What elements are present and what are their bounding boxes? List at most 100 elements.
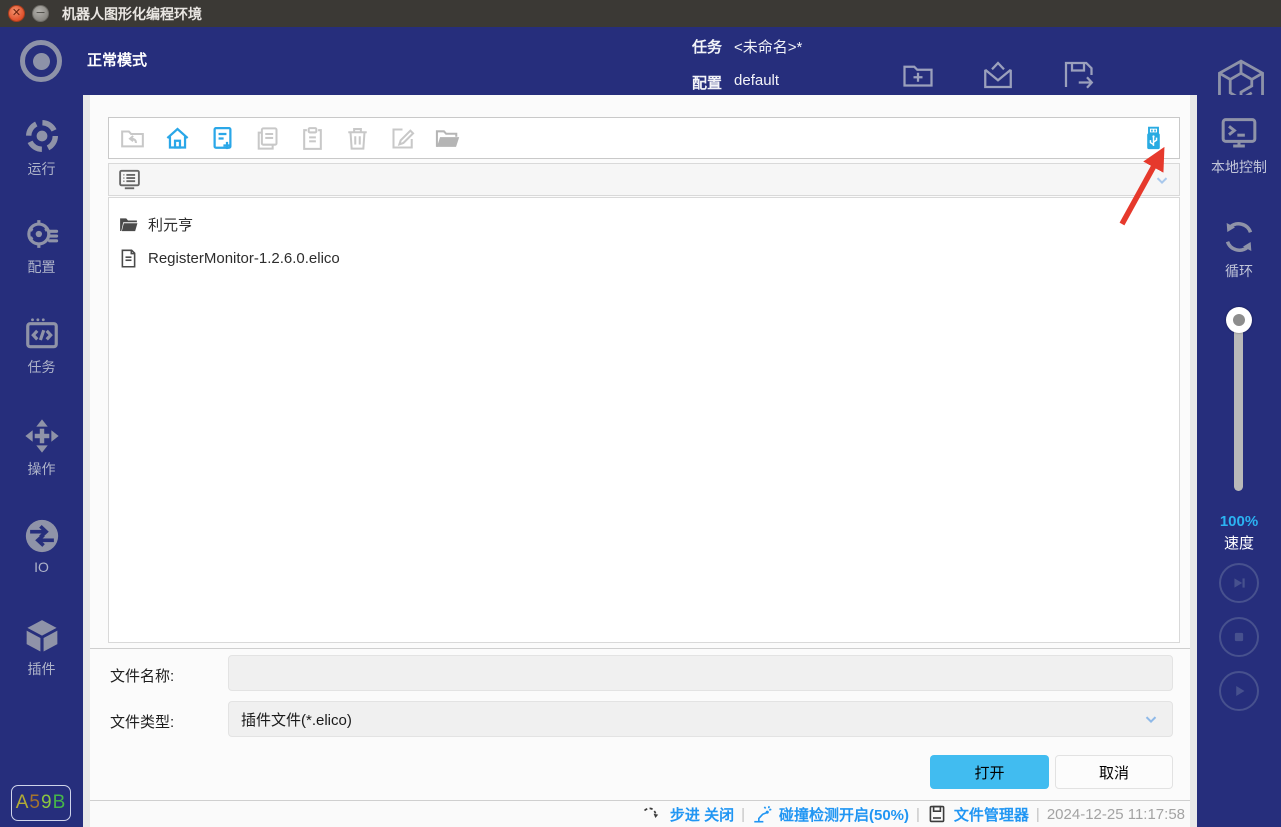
sidebar-item-label: 任务: [0, 357, 83, 377]
new-folder-icon: [892, 57, 944, 93]
main-area: 利元亨 RegisterMonitor-1.2.6.0.elico 文件名称: …: [83, 95, 1197, 827]
copy-button[interactable]: [254, 125, 281, 152]
file-name: RegisterMonitor-1.2.6.0.elico: [148, 250, 340, 267]
sidebar-item-local-control[interactable]: 本地控制: [1197, 113, 1281, 177]
computer-icon: [117, 167, 142, 192]
sidebar-item-label: 本地控制: [1197, 157, 1281, 177]
file-dialog: 利元亨 RegisterMonitor-1.2.6.0.elico 文件名称: …: [90, 95, 1190, 827]
open-envelope-icon: [972, 57, 1024, 93]
code-window-icon: [0, 315, 83, 353]
config-info: 配置 default: [692, 72, 779, 93]
header: 正常模式 任务 <未命名>* 配置 default 新建 打开 保存: [0, 27, 1281, 95]
file-type-label: 文件类型:: [110, 711, 174, 732]
speed-readout: 100% 速度: [1197, 513, 1281, 553]
sidebar-item-io[interactable]: IO: [0, 517, 83, 575]
right-sidebar: 本地控制 循环 100% 速度: [1197, 95, 1281, 827]
collision-status[interactable]: 碰撞检测开启(50%): [779, 804, 909, 825]
list-item-folder[interactable]: 利元亨: [109, 207, 1179, 241]
chevron-down-icon[interactable]: [1153, 171, 1171, 189]
open-folder-button[interactable]: [434, 125, 461, 152]
separator: |: [1036, 806, 1040, 823]
collision-detect-icon: [752, 804, 772, 824]
step-status[interactable]: 步进 关闭: [670, 804, 734, 825]
folder-back-icon: [119, 125, 146, 152]
app-window: { "titlebar": { "title": "机器人图形化编程环境" },…: [0, 0, 1281, 827]
usb-drive-icon: [1140, 125, 1167, 152]
speed-slider-handle[interactable]: [1226, 307, 1252, 333]
move-arrows-icon: [0, 417, 83, 455]
copy-icon: [254, 125, 281, 152]
sidebar-item-label: 配置: [0, 257, 83, 277]
document-icon: [118, 248, 139, 269]
sidebar-item-operate[interactable]: 操作: [0, 417, 83, 479]
window-title: 机器人图形化编程环境: [62, 4, 202, 24]
sidebar-item-label: IO: [0, 559, 83, 575]
step-next-button[interactable]: [1219, 563, 1259, 603]
cube-icon: [0, 617, 83, 655]
sidebar-item-plugin[interactable]: 插件: [0, 617, 83, 679]
file-name-label: 文件名称:: [110, 665, 174, 686]
sidebar-item-config[interactable]: 配置: [0, 215, 83, 277]
sidebar-item-label: 循环: [1197, 261, 1281, 281]
sidebar-item-loop[interactable]: 循环: [1197, 217, 1281, 281]
delete-button[interactable]: [344, 125, 371, 152]
open-button[interactable]: 打开: [930, 755, 1049, 789]
folder-icon: [118, 214, 139, 235]
titlebar: ✕ ─ 机器人图形化编程环境: [0, 0, 1281, 27]
paste-icon: [299, 125, 326, 152]
badge-char: A: [16, 792, 30, 814]
run-target-icon: [0, 117, 83, 155]
sidebar-item-label: 插件: [0, 659, 83, 679]
status-bar: 步进 关闭 | 碰撞检测开启(50%) | 文件管理器 | 2024-12-25…: [90, 800, 1190, 827]
io-arrows-icon: [0, 517, 83, 555]
trash-icon: [344, 125, 371, 152]
loop-icon: [1197, 217, 1281, 257]
location-combobox[interactable]: [108, 163, 1180, 196]
task-info: 任务 <未命名>*: [692, 36, 802, 57]
stop-icon: [1228, 626, 1250, 648]
home-button[interactable]: [164, 125, 191, 152]
play-button[interactable]: [1219, 671, 1259, 711]
new-document-icon: [209, 125, 236, 152]
minimize-icon[interactable]: ─: [32, 5, 49, 22]
back-button[interactable]: [119, 125, 146, 152]
file-manager-icon: [927, 804, 947, 824]
chevron-down-icon: [1142, 710, 1160, 728]
separator: |: [741, 806, 745, 823]
separator: |: [916, 806, 920, 823]
close-icon[interactable]: ✕: [8, 5, 25, 22]
gear-icon: [0, 215, 83, 253]
sidebar-item-task[interactable]: 任务: [0, 315, 83, 377]
step-mode-icon: [643, 804, 663, 824]
home-icon: [164, 125, 191, 152]
new-file-button[interactable]: [209, 125, 236, 152]
play-icon: [1228, 680, 1250, 702]
paste-button[interactable]: [299, 125, 326, 152]
skip-next-icon: [1228, 572, 1250, 594]
sidebar-item-label: 运行: [0, 159, 83, 179]
stop-button[interactable]: [1219, 617, 1259, 657]
file-type-select[interactable]: 插件文件(*.elico): [228, 701, 1173, 737]
file-type-value: 插件文件(*.elico): [241, 709, 352, 730]
speed-slider-track[interactable]: [1234, 325, 1243, 491]
open-folder-icon: [434, 125, 461, 152]
sidebar-item-run[interactable]: 运行: [0, 117, 83, 179]
clock: 2024-12-25 11:17:58: [1047, 806, 1185, 823]
speed-label: 速度: [1197, 532, 1281, 553]
cancel-button[interactable]: 取消: [1055, 755, 1173, 789]
edit-pencil-icon: [389, 125, 416, 152]
file-name-input[interactable]: [228, 655, 1173, 691]
file-dialog-toolbar: [108, 117, 1180, 159]
left-sidebar: 运行 配置 任务 操作: [0, 95, 83, 827]
file-name: 利元亨: [148, 214, 193, 235]
status-badge: A 5 9 B: [11, 785, 71, 821]
file-manager-status[interactable]: 文件管理器: [954, 804, 1029, 825]
mode-indicator-icon: [20, 40, 62, 82]
usb-device-button[interactable]: [1140, 125, 1167, 152]
list-item-file[interactable]: RegisterMonitor-1.2.6.0.elico: [109, 241, 1179, 275]
badge-char: B: [53, 792, 67, 814]
badge-char: 9: [41, 792, 53, 814]
sidebar-item-label: 操作: [0, 459, 83, 479]
speed-percent: 100%: [1197, 513, 1281, 530]
rename-button[interactable]: [389, 125, 416, 152]
